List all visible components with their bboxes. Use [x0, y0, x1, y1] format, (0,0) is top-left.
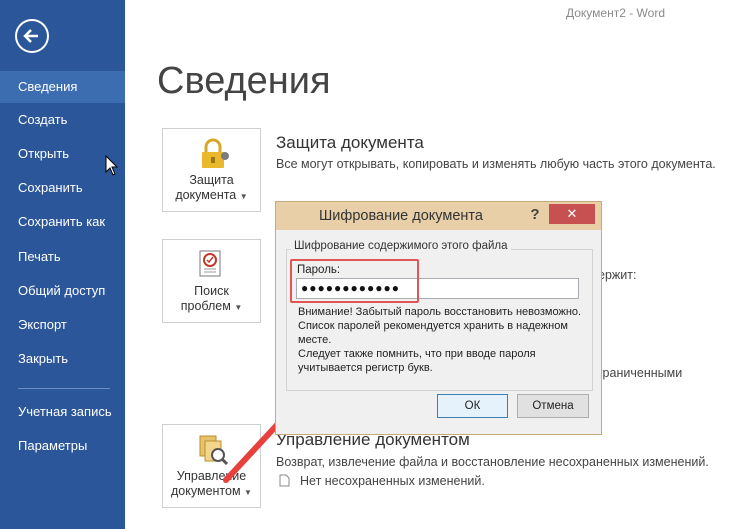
- encrypt-document-dialog: Шифрование документа ? ✕ Шифрование соде…: [275, 201, 602, 435]
- warning-line-2: Список паролей рекомендуется хранить в н…: [298, 320, 568, 332]
- inspect-partial-text-2: граниченными: [598, 366, 683, 380]
- sidebar-item-print[interactable]: Печать: [0, 241, 125, 273]
- help-button[interactable]: ?: [526, 205, 544, 225]
- window-title: Документ2 - Word: [565, 6, 665, 20]
- sidebar-item-share[interactable]: Общий доступ: [0, 275, 125, 307]
- sidebar-item-info[interactable]: Сведения: [0, 71, 125, 103]
- dialog-titlebar[interactable]: Шифрование документа ? ✕: [276, 202, 601, 230]
- warning-line-5: учитывается регистр букв.: [298, 362, 433, 374]
- inspect-partial-text-1: ержит:: [598, 268, 637, 282]
- warning-line-1: Внимание! Забытый пароль восстановить не…: [298, 306, 582, 318]
- sidebar-item-save-as[interactable]: Сохранить как: [0, 206, 125, 238]
- protect-section-text: Все могут открывать, копировать и изменя…: [276, 157, 716, 171]
- ok-button[interactable]: ОК: [437, 394, 508, 418]
- back-button[interactable]: [15, 19, 49, 53]
- manage-sub-text: Нет несохраненных изменений.: [300, 474, 485, 488]
- back-arrow-icon: [23, 29, 38, 43]
- dialog-title: Шифрование документа: [319, 208, 483, 224]
- chevron-down-icon: ▼: [239, 192, 248, 201]
- protect-section-title: Защита документа: [276, 133, 424, 152]
- inspect-checklist-icon: [199, 250, 221, 277]
- chevron-down-icon: ▼: [234, 303, 243, 312]
- inspect-card-line1: Поиск: [194, 284, 229, 298]
- manage-section-text: Возврат, извлечение файла и восстановлен…: [276, 455, 709, 469]
- close-button[interactable]: ✕: [549, 204, 595, 224]
- lock-key-icon: [202, 138, 229, 168]
- warning-line-4: Следует также помнить, что при вводе пар…: [298, 348, 536, 360]
- sidebar-item-options[interactable]: Параметры: [0, 430, 125, 462]
- protect-document-button[interactable]: Защита документа ▼: [162, 128, 261, 212]
- sidebar-item-close[interactable]: Закрыть: [0, 343, 125, 375]
- inspect-card-line2: проблем: [180, 299, 231, 313]
- protect-card-line1: Защита: [189, 173, 234, 187]
- sidebar-item-export[interactable]: Экспорт: [0, 309, 125, 341]
- groupbox-title: Шифрование содержимого этого файла: [291, 240, 511, 252]
- mouse-cursor-icon: [105, 155, 119, 176]
- password-warning-text: Внимание! Забытый пароль восстановить не…: [298, 305, 588, 375]
- page-title: Сведения: [157, 60, 331, 102]
- check-issues-button[interactable]: Поиск проблем ▼: [162, 239, 261, 323]
- warning-line-3: месте.: [298, 334, 332, 346]
- protect-card-line2: документа: [175, 188, 237, 202]
- backstage-sidebar: Сведения Создать Открыть Сохранить Сохра…: [0, 0, 125, 529]
- sidebar-divider: [18, 388, 110, 389]
- red-highlight-box: [290, 259, 419, 303]
- close-icon: ✕: [566, 206, 578, 221]
- cancel-button[interactable]: Отмена: [517, 394, 589, 418]
- sidebar-item-new[interactable]: Создать: [0, 104, 125, 136]
- sidebar-item-account[interactable]: Учетная запись: [0, 396, 125, 428]
